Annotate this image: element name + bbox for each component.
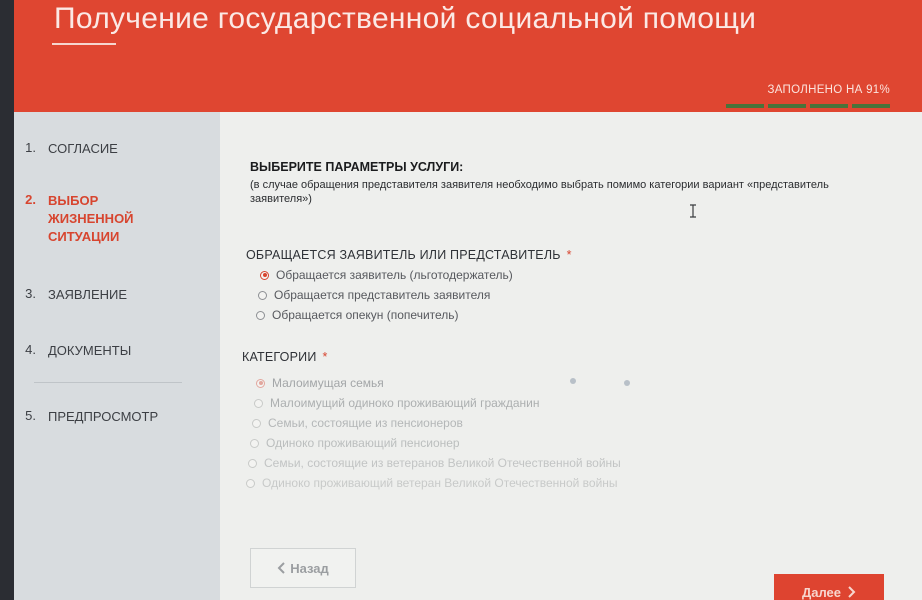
back-button-label: Назад (290, 560, 329, 576)
progress-segment (726, 104, 764, 108)
category-option-single-pensioner[interactable]: Одиноко проживающий пенсионер (250, 436, 460, 450)
option-label: Малоимущая семья (272, 376, 384, 390)
sidebar-step-consent[interactable]: 1. СОГЛАСИЕ (14, 140, 220, 158)
applicant-option-guardian[interactable]: Обращается опекун (попечитель) (256, 308, 459, 322)
section-title: ВЫБЕРИТЕ ПАРАМЕТРЫ УСЛУГИ: (250, 160, 464, 174)
chevron-left-icon (277, 562, 285, 574)
progress-segment (768, 104, 806, 108)
sidebar-steps: 1. СОГЛАСИЕ 2. ВЫБОР ЖИЗНЕННОЙ СИТУАЦИИ … (14, 112, 220, 600)
title-underline (52, 43, 116, 45)
radio-unselected[interactable] (252, 418, 261, 428)
next-button-label: Далее (801, 584, 842, 600)
radio-unselected[interactable] (248, 458, 257, 468)
header: Получение государственной социальной пом… (14, 0, 922, 112)
radio-unselected[interactable] (258, 290, 267, 300)
option-label: Малоимущий одиноко проживающий гражданин (270, 396, 540, 410)
categories-label: КАТЕГОРИИ * (242, 350, 328, 364)
category-option-pensioner-family[interactable]: Семьи, состоящие из пенсионеров (252, 416, 463, 430)
sidebar-step-life-situation[interactable]: 2. ВЫБОР ЖИЗНЕННОЙ СИТУАЦИИ (14, 192, 220, 246)
step-label: ВЫБОР ЖИЗНЕННОЙ СИТУАЦИИ (48, 193, 134, 244)
radio-selected[interactable] (256, 378, 265, 388)
option-label: Обращается заявитель (льготодержатель) (276, 268, 513, 282)
text-cursor-icon (690, 204, 696, 218)
step-label: ДОКУМЕНТЫ (48, 343, 132, 358)
radio-unselected[interactable] (250, 438, 259, 448)
applicant-option-self[interactable]: Обращается заявитель (льготодержатель) (260, 268, 513, 282)
sidebar-step-application[interactable]: 3. ЗАЯВЛЕНИЕ (14, 286, 220, 304)
main-content: ВЫБЕРИТЕ ПАРАМЕТРЫ УСЛУГИ: (в случае обр… (220, 112, 922, 600)
radio-unselected[interactable] (256, 310, 265, 320)
page-title: Получение государственной социальной пом… (54, 2, 757, 35)
category-option-low-income-family[interactable]: Малоимущая семья (256, 376, 384, 390)
step-number: 2. (25, 192, 36, 207)
screen: Получение государственной социальной пом… (14, 0, 922, 600)
option-label: Обращается представитель заявителя (274, 288, 491, 302)
step-label: ПРЕДПРОСМОТР (48, 409, 159, 424)
radio-selected[interactable] (260, 270, 269, 280)
categories-text: КАТЕГОРИИ (242, 350, 317, 364)
step-label: ЗАЯВЛЕНИЕ (48, 287, 128, 302)
next-button[interactable]: Далее (774, 574, 884, 600)
step-number: 4. (25, 342, 36, 357)
option-label: Одиноко проживающий пенсионер (266, 436, 460, 450)
sidebar-divider (34, 382, 182, 383)
back-button[interactable]: Назад (250, 548, 356, 588)
radio-unselected[interactable] (254, 398, 263, 408)
category-option-low-income-single[interactable]: Малоимущий одиноко проживающий гражданин (254, 396, 539, 410)
progress-segment (852, 104, 890, 108)
progress-bar (726, 104, 890, 108)
step-number: 5. (25, 408, 36, 423)
required-mark: * (566, 248, 572, 262)
step-number: 3. (25, 286, 36, 301)
step-label: СОГЛАСИЕ (48, 141, 118, 156)
chevron-right-icon (848, 586, 856, 598)
option-label: Семьи, состоящие из ветеранов Великой От… (264, 456, 621, 470)
applicant-type-label: ОБРАЩАЕТСЯ ЗАЯВИТЕЛЬ ИЛИ ПРЕДСТАВИТЕЛЬ * (246, 248, 572, 262)
category-option-veteran-family[interactable]: Семьи, состоящие из ветеранов Великой От… (248, 456, 621, 470)
option-label: Семьи, состоящие из пенсионеров (268, 416, 463, 430)
section-note: (в случае обращения представителя заявит… (250, 179, 829, 205)
radio-unselected[interactable] (246, 478, 255, 488)
applicant-option-representative[interactable]: Обращается представитель заявителя (258, 288, 490, 302)
category-option-single-veteran[interactable]: Одиноко проживающий ветеран Великой Отеч… (246, 476, 618, 490)
required-mark: * (322, 350, 328, 364)
progress-segment (810, 104, 848, 108)
progress-label: ЗАПОЛНЕНО НА 91% (767, 84, 890, 96)
decorative-dot (624, 380, 630, 386)
option-label: Одиноко проживающий ветеран Великой Отеч… (262, 476, 618, 490)
step-number: 1. (25, 140, 36, 155)
sidebar-step-preview[interactable]: 5. ПРЕДПРОСМОТР (14, 408, 220, 426)
decorative-dot (570, 378, 576, 384)
option-label: Обращается опекун (попечитель) (272, 308, 459, 322)
sidebar-step-documents[interactable]: 4. ДОКУМЕНТЫ (14, 342, 220, 360)
applicant-type-text: ОБРАЩАЕТСЯ ЗАЯВИТЕЛЬ ИЛИ ПРЕДСТАВИТЕЛЬ (246, 248, 561, 262)
